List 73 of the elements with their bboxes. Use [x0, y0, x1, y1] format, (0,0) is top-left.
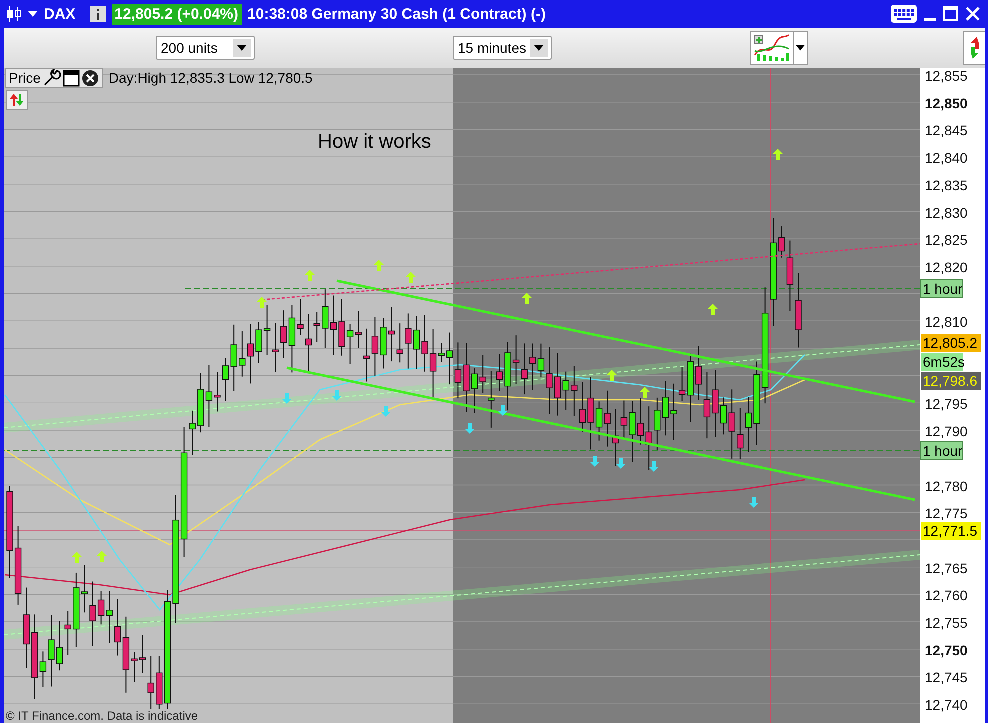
axis-tick-label: 12,780: [925, 478, 968, 494]
down-arrow-icon: [332, 390, 342, 401]
level-tag: 1 hour: [920, 280, 964, 298]
up-arrow-icon: [607, 370, 617, 381]
settings-icon[interactable]: [42, 69, 61, 87]
level-tag: 1 hour: [920, 442, 964, 460]
up-arrow-icon: [640, 387, 650, 398]
swap-arrows-icon: [10, 93, 24, 107]
maximize-icon[interactable]: [943, 6, 959, 22]
indicator-chart-icon: [753, 33, 791, 63]
axis-tick-label: 12,750: [925, 642, 968, 658]
down-arrow-icon: [381, 406, 391, 417]
price-tag: 12,798.6: [921, 372, 981, 390]
up-arrow-icon: [773, 149, 783, 160]
price-change-badge: 12,805.2 (+0.04%): [112, 4, 242, 24]
up-arrow-icon: [522, 293, 532, 304]
indicators-button[interactable]: [750, 31, 794, 65]
up-arrow-icon: [406, 272, 416, 283]
caret-icon: [796, 45, 805, 51]
axis-tick-label: 12,790: [925, 424, 968, 440]
down-arrow-icon: [282, 393, 292, 404]
up-arrow-icon: [305, 270, 315, 281]
axis-tick-label: 12,765: [925, 560, 968, 576]
swap-button[interactable]: [963, 31, 985, 65]
axis-tick-label: 12,745: [925, 670, 968, 686]
instrument-name: DAX: [44, 6, 76, 22]
axis-tick-label: 12,850: [925, 95, 968, 112]
units-dropdown[interactable]: 200 units: [156, 36, 255, 60]
price-tag: 12,805.2: [921, 334, 981, 352]
up-arrow-icon: [257, 297, 267, 308]
axis-tick-label: 12,825: [925, 232, 968, 248]
axis-tick-label: 12,835: [925, 177, 968, 194]
flip-button[interactable]: [6, 90, 28, 110]
day-range-text: Day:High 12,835.3 Low 12,780.5: [108, 70, 313, 86]
down-arrow-icon: [649, 461, 659, 472]
caret-icon: [534, 45, 544, 51]
axis-tick-label: 12,760: [925, 588, 968, 604]
down-arrow-icon: [590, 456, 600, 467]
close-icon[interactable]: [82, 70, 99, 86]
caret-icon[interactable]: [28, 11, 38, 17]
axis-tick-label: 12,830: [925, 204, 968, 221]
up-arrow-icon: [374, 260, 384, 271]
axis-tick-label: 12,820: [925, 259, 968, 276]
info-icon[interactable]: [90, 6, 106, 22]
axis-tick-label: 12,740: [925, 697, 968, 714]
down-arrow-icon: [498, 405, 508, 416]
panel-label: Price: [9, 70, 41, 86]
window-icon[interactable]: [62, 70, 80, 86]
up-arrow-icon: [97, 551, 107, 562]
axis-tick-label: 12,810: [925, 314, 968, 330]
down-arrow-icon: [616, 458, 626, 469]
axis-tick-label: 12,855: [925, 68, 968, 84]
down-arrow-icon: [749, 497, 759, 508]
axis-tick-label: 12,775: [925, 506, 968, 522]
axis-tick-label: 12,840: [925, 150, 968, 166]
copyright-text: © IT Finance.com. Data is indicative: [6, 709, 198, 723]
up-arrow-icon: [72, 552, 82, 563]
axis-tick-label: 12,795: [925, 396, 968, 412]
axis-tick-label: 12,755: [925, 615, 968, 631]
axis-tick-label: 12,845: [925, 122, 968, 139]
window-title: 10:38:08 Germany 30 Cash (1 Contract) (-): [248, 6, 546, 22]
price-tag: 12,771.5: [921, 522, 981, 540]
down-arrow-icon: [465, 423, 475, 434]
keyboard-icon[interactable]: [891, 5, 917, 23]
caret-icon: [237, 45, 247, 51]
timer-tag: 6m52s: [921, 353, 966, 371]
up-arrow-icon: [708, 304, 718, 315]
candlestick-icon: [6, 5, 22, 23]
close-icon[interactable]: [965, 6, 981, 22]
interval-dropdown[interactable]: 15 minutes: [453, 36, 552, 60]
chart-annotation: How it works: [318, 131, 432, 153]
indicators-caret-button[interactable]: [794, 31, 808, 65]
price-panel-tab[interactable]: Price: [5, 68, 103, 88]
